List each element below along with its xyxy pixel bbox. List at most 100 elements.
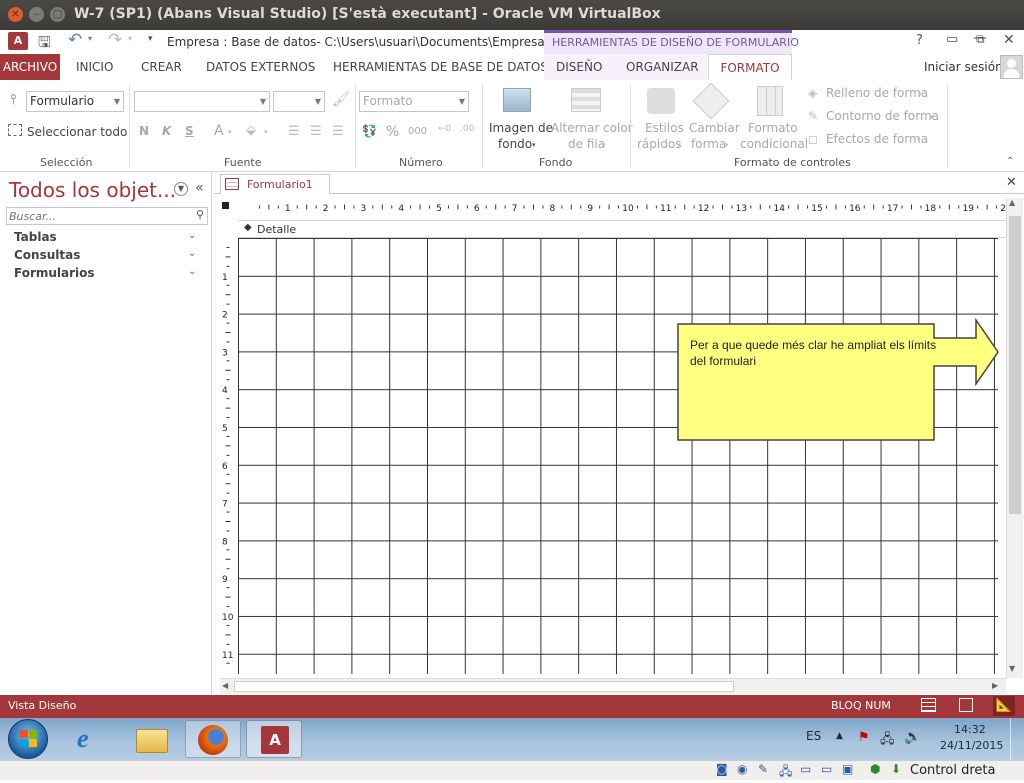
undo-dropdown-icon[interactable]: ▾ xyxy=(88,34,92,43)
nav-group-formularios[interactable]: Formularios xyxy=(14,266,95,280)
callout-text: Per a que quede més clar he ampliat els … xyxy=(690,338,937,368)
group-divider xyxy=(355,84,356,168)
expand-chevron-icon[interactable]: ⌄ xyxy=(188,230,196,241)
bold-button: N xyxy=(139,124,150,138)
undo-icon[interactable]: ↶ xyxy=(68,30,82,50)
select-all-button[interactable]: Seleccionar todo xyxy=(27,125,127,139)
quick-styles-label-1: Estilos xyxy=(645,121,684,135)
firefox-icon xyxy=(198,725,228,755)
vertical-scroll-thumb[interactable] xyxy=(1009,216,1021,514)
tab-inicio[interactable]: INICIO xyxy=(76,54,113,80)
tab-formato[interactable]: FORMATO xyxy=(708,54,792,80)
scroll-up-icon[interactable]: ▲ xyxy=(1009,198,1015,207)
vertical-scrollbar[interactable]: ▲ ▼ xyxy=(1006,198,1023,678)
avatar-body-icon xyxy=(1004,69,1019,78)
network-icon[interactable]: 🖧 xyxy=(880,730,895,752)
close-window-icon[interactable]: ✕ xyxy=(1003,32,1015,48)
keyboard-capture-icon[interactable]: ⬇ xyxy=(891,762,901,776)
clock-date[interactable]: 24/11/2015 xyxy=(940,739,1003,752)
callout-shape xyxy=(677,317,999,441)
ruler-number: 4 xyxy=(222,386,228,396)
internet-explorer-icon: e xyxy=(77,724,89,753)
scroll-down-icon[interactable]: ▼ xyxy=(1009,664,1015,673)
ruler-number: 11 xyxy=(660,204,671,214)
access-logo-icon[interactable]: A xyxy=(8,32,28,50)
minimize-icon[interactable]: – xyxy=(29,7,44,22)
form-design-grid[interactable] xyxy=(238,238,998,674)
group-label-fuente: Fuente xyxy=(224,156,262,169)
firefox-taskbar-button[interactable] xyxy=(185,720,241,758)
group-label-fondo: Fondo xyxy=(539,156,573,169)
customize-qat-icon[interactable]: ▾ xyxy=(148,34,153,44)
tab-diseno[interactable]: DISEÑO xyxy=(556,54,602,80)
nav-group-consultas[interactable]: Consultas xyxy=(14,248,80,262)
ruler-number: 2 xyxy=(222,311,228,321)
chevron-down-icon: ▾ xyxy=(264,128,268,136)
tab-archivo[interactable]: ARCHIVO xyxy=(0,54,60,80)
ie-taskbar-button[interactable]: e xyxy=(64,720,120,758)
chevron-down-icon: ▾ xyxy=(602,141,606,149)
ruler-number: 14 xyxy=(773,204,785,214)
object-combo[interactable]: Formulario ▼ xyxy=(26,91,124,112)
shared-folders-icon[interactable]: ▭ xyxy=(821,762,832,776)
ruler-number: 12 xyxy=(698,204,709,214)
volume-icon[interactable]: 🔊 xyxy=(904,729,921,745)
background-image-label-1[interactable]: Imagen de xyxy=(489,121,553,135)
section-header[interactable]: ◆ Detalle xyxy=(238,220,1008,238)
optical-drive-icon[interactable]: ◉ xyxy=(737,762,747,776)
language-indicator[interactable]: ES xyxy=(806,729,821,743)
restore-window-icon[interactable]: ⧉ xyxy=(976,32,985,47)
close-icon[interactable]: ✕ xyxy=(8,7,23,22)
tab-crear[interactable]: CREAR xyxy=(141,54,182,80)
design-view-icon[interactable]: 📐 xyxy=(993,696,1015,716)
hdd-status-icon[interactable]: ◙ xyxy=(716,762,728,776)
ribbon-tabs: ARCHIVO INICIO CREAR DATOS EXTERNOS HERR… xyxy=(0,54,1024,80)
windows-logo-icon xyxy=(20,739,28,747)
form-view-icon[interactable] xyxy=(921,698,936,712)
expand-chevron-icon[interactable]: ⌄ xyxy=(188,248,196,259)
ruler-number: 2 xyxy=(323,204,329,214)
ruler-number: 17 xyxy=(887,204,898,214)
search-input[interactable] xyxy=(9,209,184,223)
user-avatar[interactable] xyxy=(1000,55,1023,79)
shutter-bar-icon[interactable]: « xyxy=(195,180,204,196)
show-desktop-button[interactable] xyxy=(1010,718,1024,760)
tab-herramientas-bd[interactable]: HERRAMIENTAS DE BASE DE DATOS xyxy=(333,54,548,80)
tab-datos-externos[interactable]: DATOS EXTERNOS xyxy=(206,54,315,80)
access-taskbar-button[interactable]: A xyxy=(246,720,302,758)
tab-organizar[interactable]: ORGANIZAR xyxy=(626,54,699,80)
nav-group-tablas[interactable]: Tablas xyxy=(14,230,57,244)
form-selector[interactable] xyxy=(222,202,229,209)
audio-icon[interactable]: ✎ xyxy=(758,762,768,776)
action-center-icon[interactable]: ⚑ xyxy=(858,730,870,745)
layout-view-icon[interactable] xyxy=(959,698,973,712)
horizontal-scrollbar[interactable]: ◀ ▶ xyxy=(220,678,1006,694)
sign-in-link[interactable]: Iniciar sesión xyxy=(924,54,1003,80)
search-icon[interactable]: ⚲ xyxy=(196,208,204,221)
ruler-number: 1 xyxy=(222,273,228,283)
display-icon[interactable]: ▣ xyxy=(842,762,853,776)
help-icon[interactable]: ? xyxy=(916,33,923,48)
ribbon-display-icon[interactable]: ▭ xyxy=(946,32,958,47)
collapse-ribbon-icon[interactable]: ⌃ xyxy=(1006,156,1014,167)
background-image-label-2[interactable]: fondo xyxy=(498,137,532,151)
horizontal-scroll-thumb[interactable] xyxy=(234,681,734,692)
maximize-icon[interactable]: □ xyxy=(50,7,65,22)
object-combo-value: Formulario xyxy=(30,94,95,108)
show-hidden-icons-icon[interactable]: ▲ xyxy=(836,731,843,741)
expand-chevron-icon[interactable]: ⌄ xyxy=(188,266,196,277)
clock-time[interactable]: 14:32 xyxy=(954,723,986,736)
capture-icon[interactable]: ⬢ xyxy=(870,762,880,776)
nav-menu-chevron-icon[interactable]: ▼ xyxy=(174,182,188,196)
scroll-left-icon[interactable]: ◀ xyxy=(222,681,228,690)
close-document-icon[interactable]: ✕ xyxy=(1006,175,1017,190)
start-button[interactable] xyxy=(8,719,48,759)
explorer-taskbar-button[interactable] xyxy=(124,720,180,758)
search-box[interactable]: ⚲ xyxy=(6,207,208,225)
nav-title[interactable]: Todos los objet... xyxy=(9,178,176,202)
usb-icon[interactable]: ▭ xyxy=(800,762,811,776)
document-tab[interactable]: Formulario1 xyxy=(220,174,330,195)
avatar-head-icon xyxy=(1007,59,1016,68)
align-center-icon: ☰ xyxy=(310,124,322,139)
scroll-right-icon[interactable]: ▶ xyxy=(992,681,998,690)
